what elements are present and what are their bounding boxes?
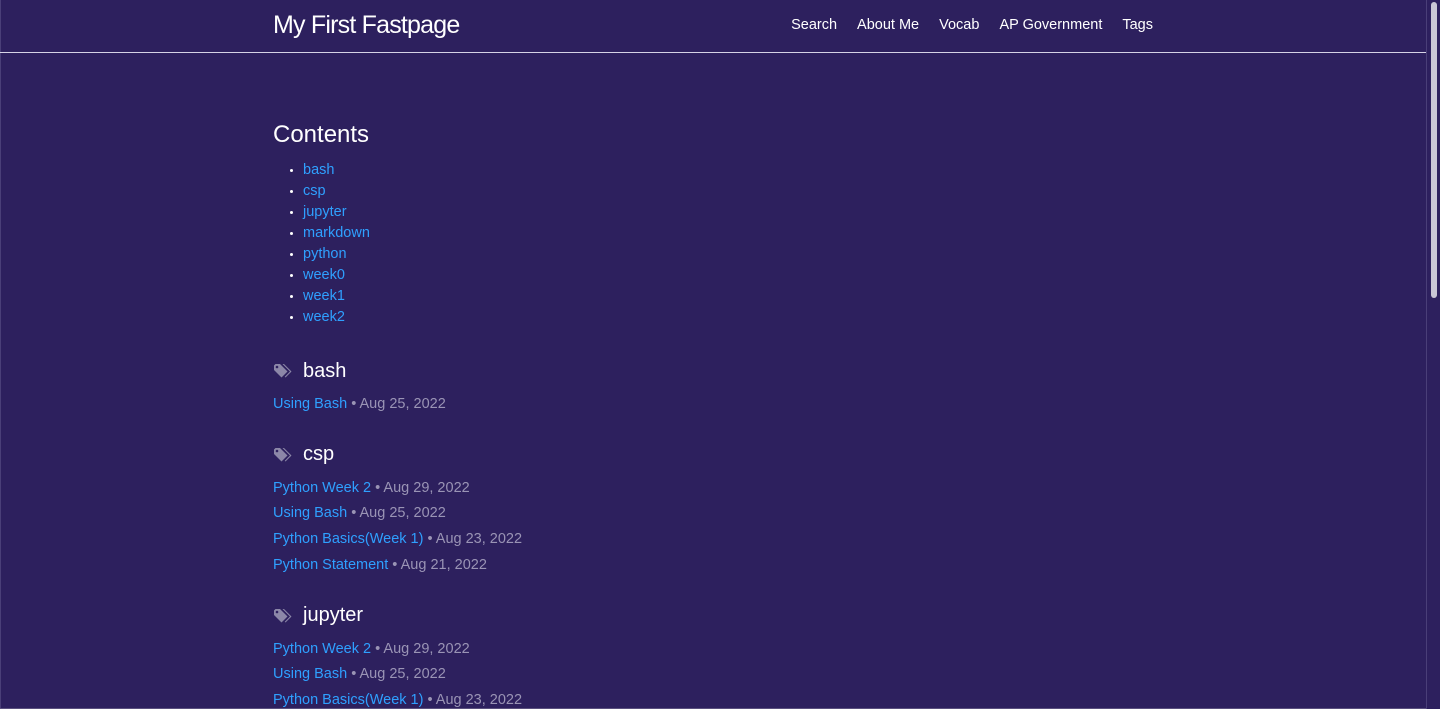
site-header: My First Fastpage Search About Me Vocab … <box>0 0 1426 53</box>
nav-ap-government[interactable]: AP Government <box>999 17 1102 33</box>
nav-vocab[interactable]: Vocab <box>939 17 979 33</box>
post-date: Aug 21, 2022 <box>400 556 487 573</box>
toc-item: csp <box>303 181 1153 202</box>
tag-heading: bash <box>273 356 1153 386</box>
contents-list: bash csp jupyter markdown python week0 w… <box>273 160 1153 328</box>
post-separator: • <box>351 666 357 683</box>
post-item: Python Basics(Week 1) • Aug 23, 2022 <box>273 688 1153 709</box>
nav-search[interactable]: Search <box>791 17 837 33</box>
toc-item: week1 <box>303 286 1153 307</box>
tag-icon <box>273 601 303 631</box>
post-separator: • <box>351 505 357 522</box>
toc-link-jupyter[interactable]: jupyter <box>303 204 347 220</box>
scrollbar-thumb[interactable] <box>1431 2 1437 298</box>
post-link[interactable]: Using Bash <box>273 666 347 682</box>
post-date: Aug 29, 2022 <box>383 479 470 496</box>
tag-heading: csp <box>273 440 1153 470</box>
tag-icon <box>273 356 303 386</box>
post-separator: • <box>392 556 398 573</box>
nav-tags[interactable]: Tags <box>1122 17 1153 33</box>
post-link[interactable]: Python Basics(Week 1) <box>273 531 423 547</box>
post-item: Using Bash • Aug 25, 2022 <box>273 392 1153 418</box>
post-separator: • <box>375 479 381 496</box>
toc-link-python[interactable]: python <box>303 246 347 262</box>
post-list: Using Bash • Aug 25, 2022 <box>273 392 1153 418</box>
post-link[interactable]: Using Bash <box>273 505 347 521</box>
post-link[interactable]: Python Week 2 <box>273 480 371 496</box>
tag-name: jupyter <box>303 604 364 627</box>
tag-section-jupyter: jupyter Python Week 2 • Aug 29, 2022 Usi… <box>273 601 1153 709</box>
site-nav: Search About Me Vocab AP Government Tags <box>791 17 1153 33</box>
main-content: Contents bash csp jupyter markdown pytho… <box>273 120 1153 709</box>
toc-item: bash <box>303 160 1153 181</box>
post-item: Python Statement • Aug 21, 2022 <box>273 553 1153 579</box>
tag-section-bash: bash Using Bash • Aug 25, 2022 <box>273 356 1153 418</box>
tag-section-csp: csp Python Week 2 • Aug 29, 2022 Using B… <box>273 440 1153 579</box>
window-edge <box>0 0 1 709</box>
toc-item: jupyter <box>303 202 1153 223</box>
toc-item: markdown <box>303 223 1153 244</box>
post-date: Aug 23, 2022 <box>435 531 523 548</box>
post-date: Aug 25, 2022 <box>359 666 446 683</box>
site-title-link[interactable]: My First Fastpage <box>273 11 460 40</box>
post-date: Aug 25, 2022 <box>359 396 446 412</box>
tag-name: csp <box>303 443 335 466</box>
tag-heading: jupyter <box>273 601 1153 631</box>
post-separator: • <box>427 691 433 708</box>
tag-icon <box>273 440 303 470</box>
toc-item: python <box>303 244 1153 265</box>
post-date: Aug 25, 2022 <box>359 505 446 522</box>
toc-link-markdown[interactable]: markdown <box>303 225 370 241</box>
toc-link-csp[interactable]: csp <box>303 183 326 199</box>
post-item: Using Bash • Aug 25, 2022 <box>273 501 1153 527</box>
post-item: Python Basics(Week 1) • Aug 23, 2022 <box>273 527 1153 553</box>
toc-item: week2 <box>303 307 1153 328</box>
post-date: Aug 29, 2022 <box>383 640 470 657</box>
post-list: Python Week 2 • Aug 29, 2022 Using Bash … <box>273 476 1153 579</box>
post-separator: • <box>375 640 381 657</box>
post-separator: • <box>351 396 357 412</box>
toc-item: week0 <box>303 265 1153 286</box>
post-link[interactable]: Using Bash <box>273 396 347 412</box>
post-list: Python Week 2 • Aug 29, 2022 Using Bash … <box>273 637 1153 709</box>
post-item: Using Bash • Aug 25, 2022 <box>273 662 1153 688</box>
tag-name: bash <box>303 359 347 382</box>
toc-link-week0[interactable]: week0 <box>303 267 345 283</box>
post-date: Aug 23, 2022 <box>435 691 523 708</box>
page: My First Fastpage Search About Me Vocab … <box>0 0 1440 709</box>
toc-link-week1[interactable]: week1 <box>303 288 345 304</box>
nav-about-me[interactable]: About Me <box>857 17 919 33</box>
contents-heading: Contents <box>273 121 370 148</box>
post-link[interactable]: Python Statement <box>273 557 388 573</box>
toc-link-week2[interactable]: week2 <box>303 309 345 325</box>
vertical-scrollbar[interactable] <box>1426 0 1440 709</box>
post-item: Python Week 2 • Aug 29, 2022 <box>273 637 1153 663</box>
toc-link-bash[interactable]: bash <box>303 162 334 178</box>
post-link[interactable]: Python Basics(Week 1) <box>273 692 423 708</box>
post-link[interactable]: Python Week 2 <box>273 641 371 657</box>
post-separator: • <box>427 531 433 548</box>
post-item: Python Week 2 • Aug 29, 2022 <box>273 476 1153 502</box>
